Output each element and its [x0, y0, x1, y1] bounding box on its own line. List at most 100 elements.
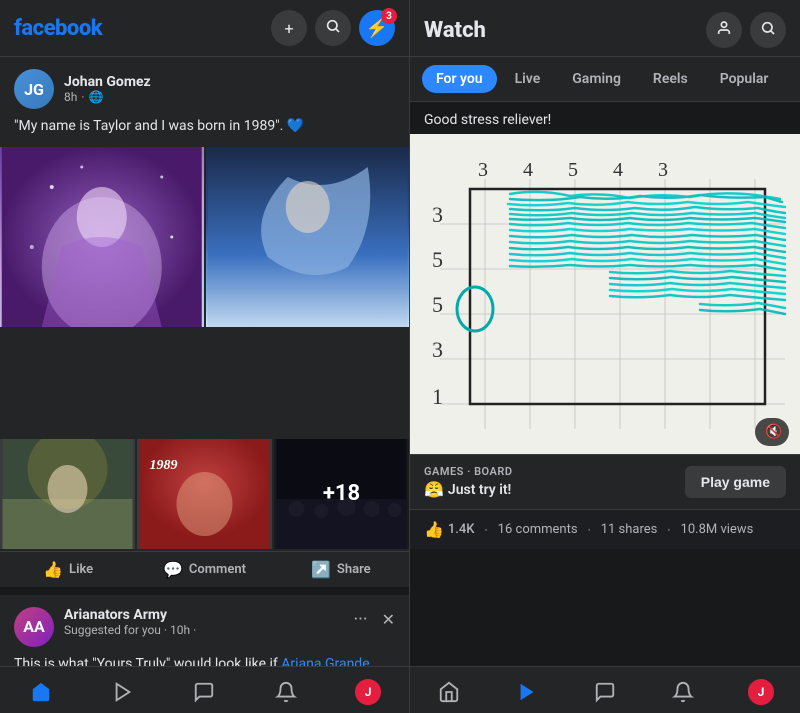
post-card-2: AA Arianators Army Suggested for you · 1… — [0, 595, 409, 666]
watch-content: Good stress reliever! — [410, 102, 800, 666]
game-title: Just try it! — [448, 482, 511, 498]
like-button[interactable]: 👍 Like — [0, 552, 136, 587]
video-description: Good stress reliever! — [410, 102, 800, 134]
svg-text:3: 3 — [432, 337, 443, 362]
facebook-logo: facebook — [14, 16, 102, 41]
header-icons: + ⚡ 3 — [271, 10, 395, 46]
feed: JG Johan Gomez 8h · 🌐 "My name is Taylor… — [0, 57, 409, 666]
photo-overlay-count: +18 — [274, 439, 409, 549]
post-meta-1: Johan Gomez 8h · 🌐 — [64, 74, 395, 104]
post-meta-2: Arianators Army Suggested for you · 10h … — [64, 607, 337, 637]
photo-2[interactable] — [206, 147, 410, 327]
game-category: GAMES · BOARD — [424, 465, 513, 478]
nav-messenger-left[interactable] — [164, 675, 246, 709]
nav-watch-right[interactable] — [488, 675, 566, 709]
avatar-1: JG — [14, 69, 54, 109]
post-link-ariana[interactable]: Ariana Grande — [281, 656, 369, 666]
profile-avatar-left: J — [355, 679, 381, 705]
watch-tabs: For you Live Gaming Reels Popular — [410, 57, 800, 102]
game-banner: GAMES · BOARD 😤 Just try it! Play game — [410, 454, 800, 509]
post-author-2: Arianators Army — [64, 607, 337, 623]
view-count: 10.8M views — [681, 522, 754, 537]
tab-popular[interactable]: Popular — [706, 65, 783, 93]
game-info: GAMES · BOARD 😤 Just try it! — [424, 465, 513, 499]
messenger-button[interactable]: ⚡ 3 — [359, 10, 395, 46]
comment-icon: 💬 — [163, 560, 183, 579]
post-time-1: 8h · 🌐 — [64, 90, 395, 104]
like-icon: 👍 — [43, 560, 63, 579]
svg-text:3: 3 — [432, 202, 443, 227]
more-options-button[interactable]: ··· — [347, 607, 373, 632]
post-suggested-2: Suggested for you · 10h · — [64, 623, 337, 637]
photo-1[interactable] — [0, 147, 204, 327]
share-count: 11 shares — [601, 522, 658, 537]
video-thumbnail[interactable]: 3 5 5 3 1 3 4 5 4 3 — [410, 134, 800, 454]
svg-text:🔇: 🔇 — [765, 423, 782, 440]
nav-notifications-left[interactable] — [245, 675, 327, 709]
photo-grid: 1989 — [0, 147, 409, 549]
share-icon: ↗️ — [311, 560, 331, 579]
nav-profile-left[interactable]: J — [327, 675, 409, 709]
photo-bottom-row: 1989 — [0, 439, 409, 549]
left-header: facebook + ⚡ 3 — [0, 0, 409, 57]
watch-search-button[interactable] — [750, 12, 786, 48]
game-emoji: 😤 — [424, 480, 444, 499]
search-icon — [325, 18, 341, 38]
svg-text:1: 1 — [432, 384, 443, 409]
svg-text:3: 3 — [658, 159, 668, 181]
post-header-right-2: ··· ✕ — [347, 607, 395, 632]
tab-gaming[interactable]: Gaming — [558, 65, 635, 93]
post-text-1: "My name is Taylor and I was born in 198… — [0, 117, 409, 147]
right-header: Watch — [410, 0, 800, 57]
bottom-nav-left: J — [0, 666, 409, 713]
post-header-2: AA Arianators Army Suggested for you · 1… — [0, 595, 409, 655]
watch-profile-button[interactable] — [706, 12, 742, 48]
photo-3[interactable] — [0, 439, 135, 549]
avatar-2: AA — [14, 607, 54, 647]
watch-profile-icon — [716, 20, 732, 40]
nav-notifications-right[interactable] — [644, 675, 722, 709]
likes-group: 👍 1.4K — [424, 520, 475, 539]
watch-title: Watch — [424, 18, 486, 43]
nav-profile-right[interactable]: J — [722, 675, 800, 709]
svg-text:5: 5 — [432, 247, 443, 272]
comment-count: 16 comments — [498, 522, 578, 537]
like-reaction-icon: 👍 — [424, 520, 444, 539]
post-header-1: JG Johan Gomez 8h · 🌐 — [0, 57, 409, 117]
photo-4[interactable]: 1989 — [137, 439, 272, 549]
svg-text:4: 4 — [523, 159, 533, 181]
nav-messenger-right[interactable] — [566, 675, 644, 709]
tab-live[interactable]: Live — [501, 65, 555, 93]
stats-row: 👍 1.4K · 16 comments · 11 shares · 10.8M… — [410, 509, 800, 549]
like-count: 1.4K — [448, 522, 475, 537]
profile-avatar-right: J — [748, 679, 774, 705]
right-header-icons — [706, 12, 786, 48]
svg-text:3: 3 — [478, 159, 488, 181]
add-button[interactable]: + — [271, 10, 307, 46]
bottom-nav-right: J — [410, 666, 800, 713]
nav-home-left[interactable] — [0, 675, 82, 709]
share-button[interactable]: ↗️ Share — [273, 552, 409, 587]
tab-reels[interactable]: Reels — [639, 65, 702, 93]
left-panel: facebook + ⚡ 3 JG — [0, 0, 410, 713]
search-button[interactable] — [315, 10, 351, 46]
svg-text:5: 5 — [568, 159, 578, 181]
tab-for-you[interactable]: For you — [422, 65, 497, 93]
post-card-1: JG Johan Gomez 8h · 🌐 "My name is Taylor… — [0, 57, 409, 587]
svg-text:5: 5 — [432, 292, 443, 317]
post-author-1: Johan Gomez — [64, 74, 395, 90]
add-icon: + — [284, 19, 293, 38]
messenger-badge: 3 — [381, 8, 397, 24]
svg-text:4: 4 — [613, 159, 623, 181]
nav-watch-left[interactable] — [82, 675, 164, 709]
nav-home-right[interactable] — [410, 675, 488, 709]
privacy-icon: 🌐 — [89, 90, 104, 104]
post-text-2: This is what "Yours Truly" would look li… — [0, 655, 409, 666]
photo-5[interactable]: +18 — [274, 439, 409, 549]
close-button[interactable]: ✕ — [382, 610, 395, 629]
play-game-button[interactable]: Play game — [685, 466, 786, 498]
watch-search-icon — [760, 20, 776, 40]
post-actions-1: 👍 Like 💬 Comment ↗️ Share — [0, 551, 409, 587]
svg-text:1989: 1989 — [150, 458, 178, 473]
comment-button[interactable]: 💬 Comment — [136, 552, 272, 587]
